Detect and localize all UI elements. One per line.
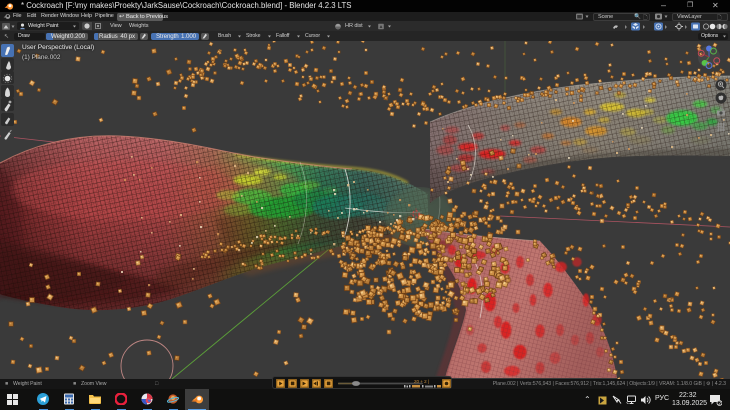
svg-text:20 + 2 |: 20 + 2 | bbox=[414, 379, 429, 384]
svg-text:2: 2 bbox=[718, 401, 721, 406]
